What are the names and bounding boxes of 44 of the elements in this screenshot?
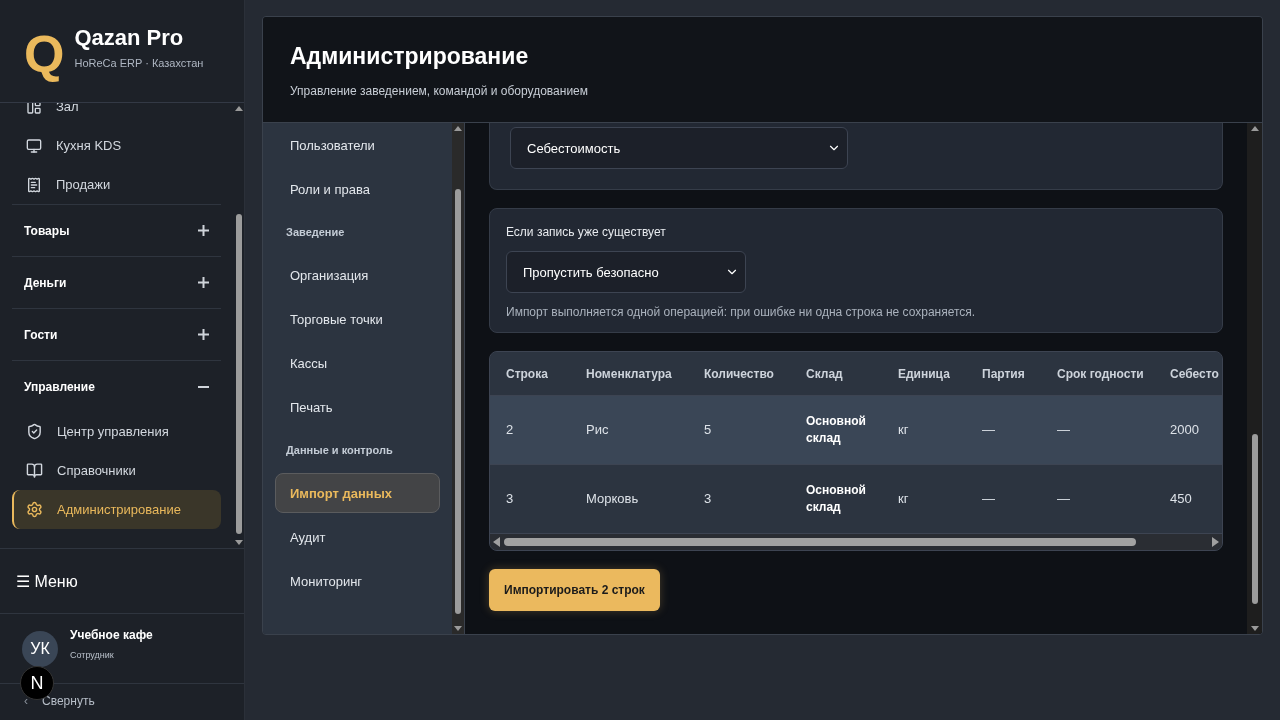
nav-group[interactable]: Товары xyxy=(12,204,221,256)
nav-item[interactable]: Продажи xyxy=(12,165,221,204)
section-heading: Данные и контроль xyxy=(285,443,394,458)
scrollbar[interactable] xyxy=(490,534,1222,550)
nav-icon xyxy=(26,103,42,115)
subnav-item[interactable]: Пользователи xyxy=(275,125,440,165)
shield-icon xyxy=(26,423,43,440)
nav-item[interactable]: Центр управления xyxy=(12,412,221,451)
scrollbar[interactable] xyxy=(1247,123,1262,634)
book-icon xyxy=(26,462,43,479)
logo: Q xyxy=(24,28,65,80)
subnav-item[interactable]: Организация xyxy=(275,255,440,295)
nav-group[interactable]: Управление xyxy=(12,360,221,412)
user-role: Сотрудник xyxy=(70,649,115,660)
nav-item[interactable]: Справочники xyxy=(12,451,221,490)
table-row[interactable]: 2 Рис 5 Основной склад кг — — 2000 xyxy=(490,396,1222,465)
brand-tagline: HoReCa ERP · Казахстан xyxy=(74,57,204,69)
scrollbar[interactable] xyxy=(452,123,464,634)
section-heading: Заведение xyxy=(285,225,346,240)
page-subtitle: Управление заведением, командой и оборудованием xyxy=(290,84,590,98)
subnav-item[interactable]: Аудит xyxy=(275,517,440,557)
nav-icon xyxy=(26,137,42,154)
avatar: УК xyxy=(22,630,58,667)
page-title: Администрирование xyxy=(290,43,530,70)
nav-icon xyxy=(26,176,42,193)
dropdown[interactable]: Себестоимость xyxy=(510,127,848,169)
subnav-item[interactable]: Импорт данных xyxy=(275,473,440,513)
subnav-item[interactable]: Торговые точки xyxy=(275,299,440,339)
field-label: Если запись уже существует xyxy=(506,225,667,239)
menu-button[interactable]: ☰ Меню xyxy=(0,548,244,614)
user-name: Учебное кафе xyxy=(70,627,153,642)
nav-group[interactable]: Гости xyxy=(12,308,221,360)
nav-item[interactable]: Администрирование xyxy=(12,490,221,529)
nav-group[interactable]: Деньги xyxy=(12,256,221,308)
gear-icon xyxy=(26,501,43,518)
dropdown[interactable]: Пропустить безопасно xyxy=(506,251,746,293)
subnav-item[interactable]: Печать xyxy=(275,387,440,427)
import-button[interactable]: Импортировать 2 строк xyxy=(489,569,660,611)
hint-text: Импорт выполняется одной операцией: при ошибке ни одна строка не сохраняется. xyxy=(506,305,977,319)
subnav-item[interactable]: Роли и права xyxy=(275,169,440,209)
subnav-item[interactable]: Кассы xyxy=(275,343,440,383)
brand-name: Qazan Pro xyxy=(74,25,185,51)
subnav-item[interactable]: Мониторинг xyxy=(275,561,440,601)
nav-item[interactable]: Кухня KDS xyxy=(12,126,221,165)
